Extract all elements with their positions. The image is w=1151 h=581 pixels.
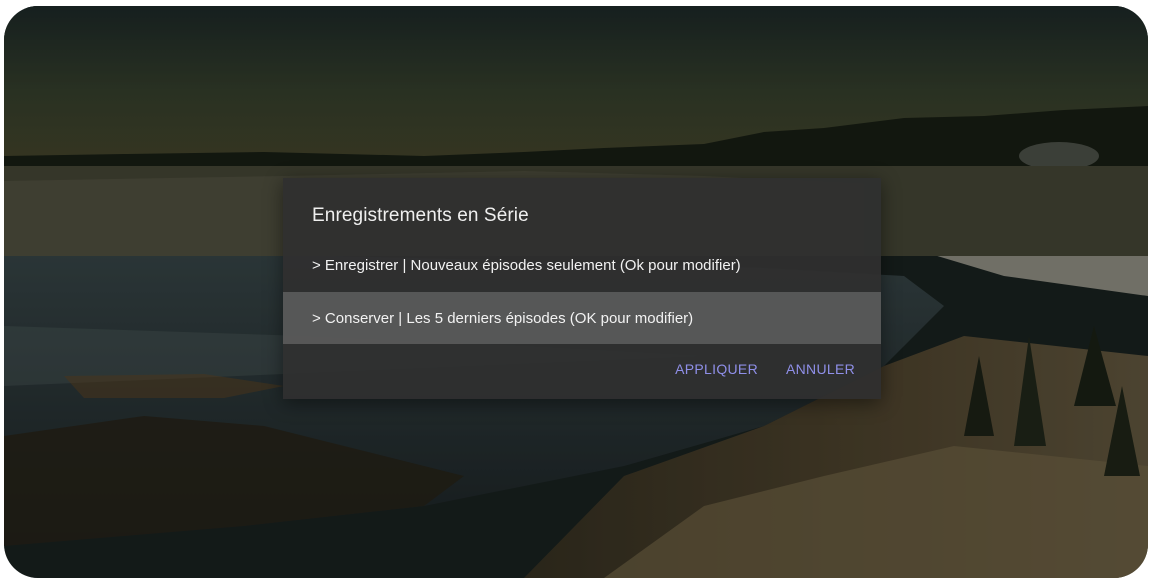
keep-option[interactable]: > Conserver | Les 5 derniers épisodes (O… — [283, 292, 881, 344]
dialog-title: Enregistrements en Série — [312, 205, 529, 226]
record-option-label: > Enregistrer | Nouveaux épisodes seulem… — [312, 256, 741, 274]
keep-option-label: > Conserver | Les 5 derniers épisodes (O… — [312, 309, 694, 327]
dialog-actions: APPLIQUER ANNULER — [675, 361, 855, 377]
apply-button[interactable]: APPLIQUER — [675, 361, 758, 377]
cancel-button[interactable]: ANNULER — [786, 361, 855, 377]
series-recording-dialog: Enregistrements en Série > Enregistrer |… — [283, 178, 881, 399]
record-option[interactable]: > Enregistrer | Nouveaux épisodes seulem… — [283, 240, 881, 290]
